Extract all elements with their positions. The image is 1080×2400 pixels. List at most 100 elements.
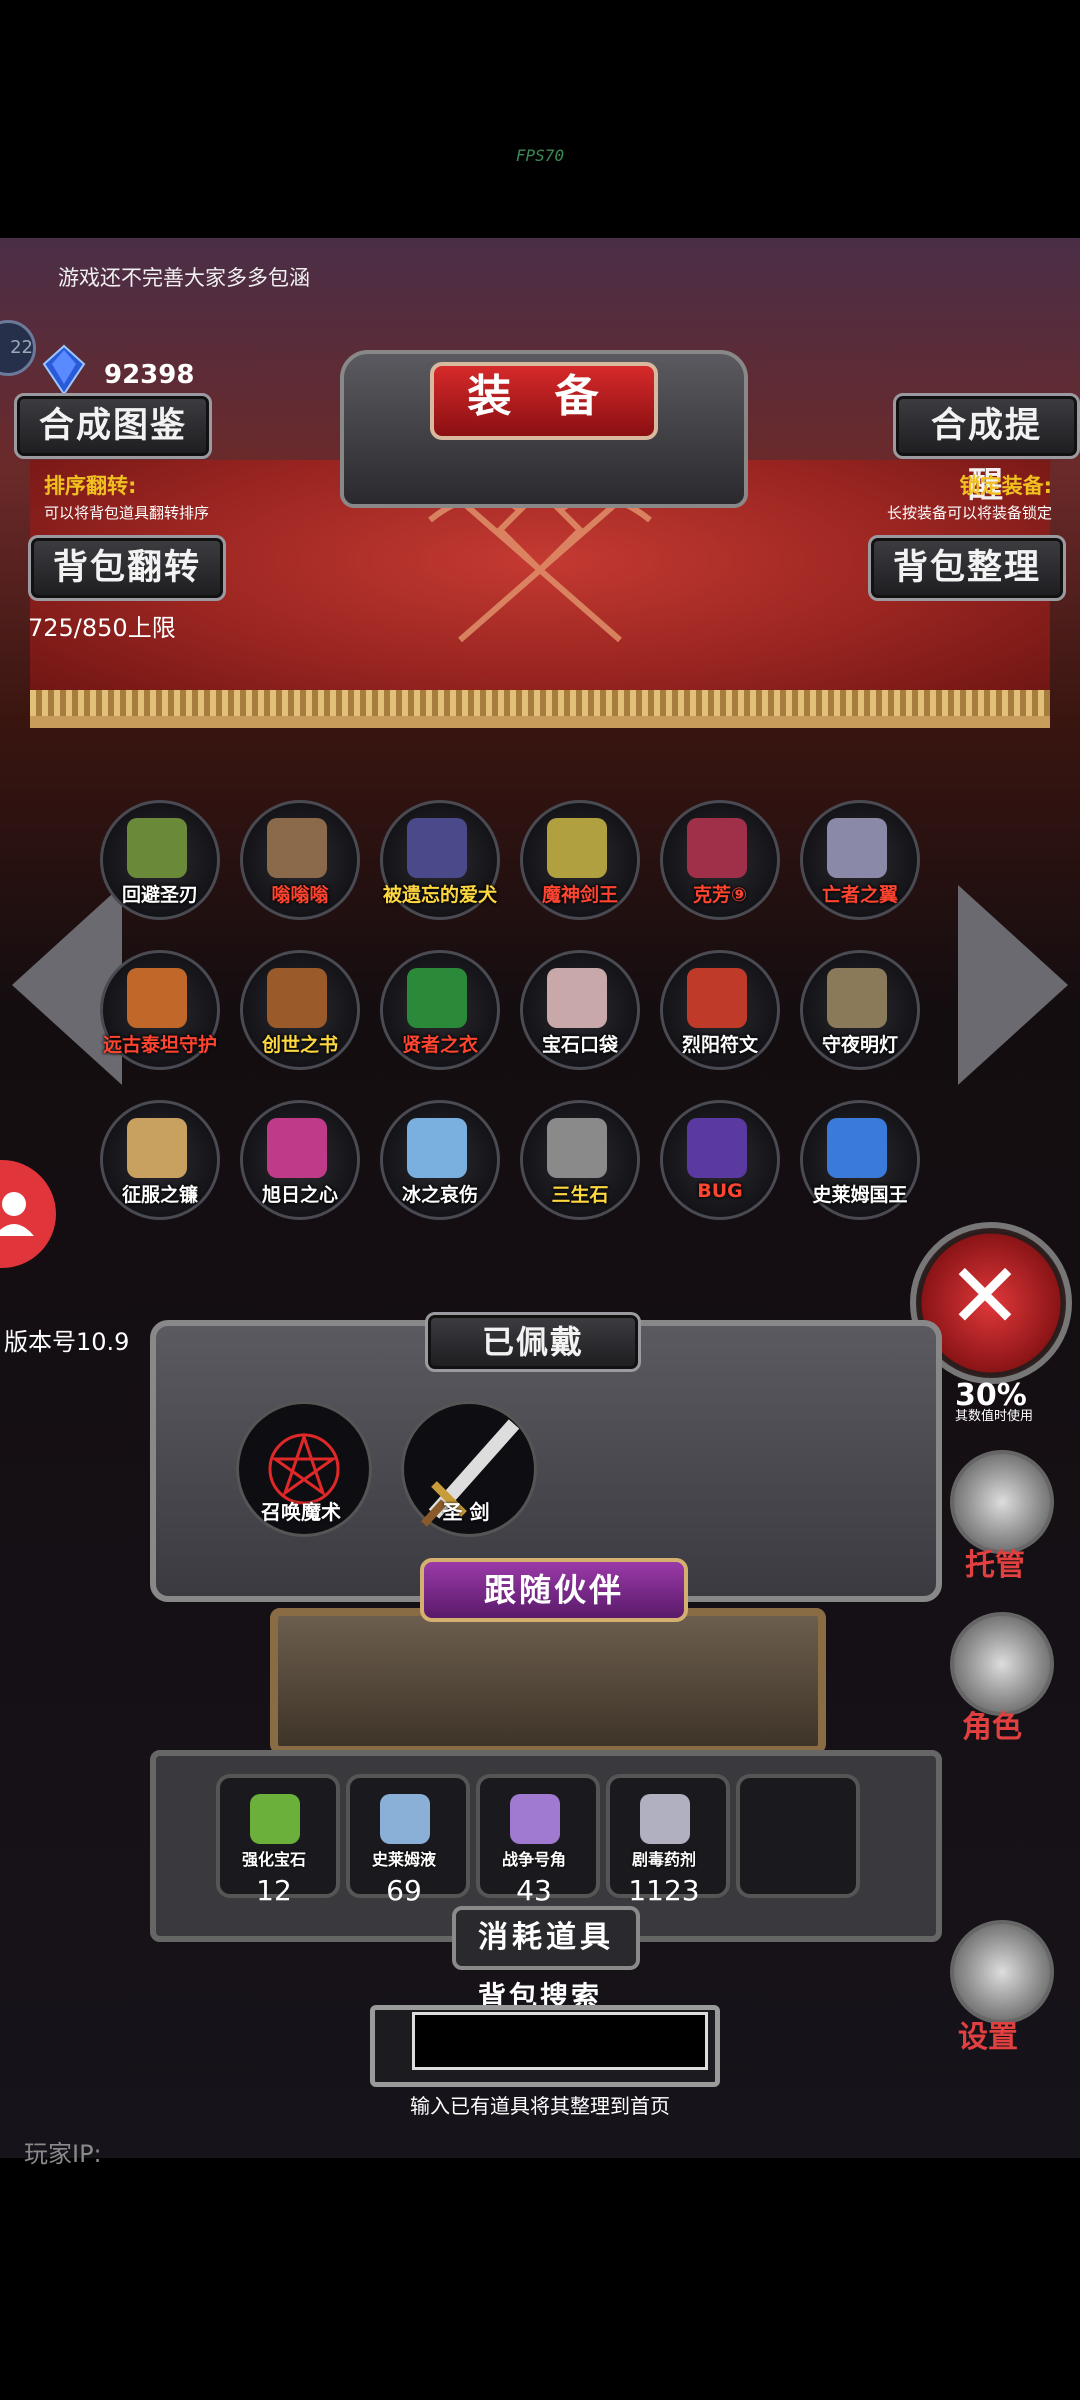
partner-slot[interactable]: [270, 1608, 826, 1754]
item-icon: [827, 968, 887, 1028]
item-label: 回避圣刃: [121, 884, 198, 906]
consumables-title: 消耗道具: [452, 1906, 640, 1970]
item-icon: [407, 968, 467, 1028]
inventory-slot[interactable]: BUG: [660, 1100, 780, 1220]
lock-equip-desc: 长按装备可以将装备锁定: [886, 504, 1052, 522]
consumable-count: 69: [386, 1874, 422, 1907]
item-icon: [127, 968, 187, 1028]
item-label: 征服之镰: [121, 1184, 198, 1206]
consumable-icon: [250, 1794, 300, 1844]
equipped-title: 已佩戴: [425, 1312, 641, 1372]
item-icon: [267, 818, 327, 878]
consumable-name: 史莱姆液: [371, 1850, 436, 1869]
synth-guide-button[interactable]: 合成图鉴: [14, 393, 213, 459]
side-stat-desc: 其数值时使用: [955, 1409, 1034, 1424]
item-label: 远古泰坦守护: [102, 1034, 217, 1056]
auto-play-label[interactable]: 托管: [965, 1540, 1025, 1584]
bag-sort-button[interactable]: 背包整理: [868, 535, 1067, 601]
synth-remind-button[interactable]: 合成提醒: [893, 393, 1080, 506]
inventory-slot[interactable]: 征服之镰: [100, 1100, 220, 1220]
bag-flip-button[interactable]: 背包翻转: [28, 535, 227, 601]
item-icon: [687, 1118, 747, 1178]
inventory-slot[interactable]: 创世之书: [240, 950, 360, 1070]
consumable-name: 战争号角: [501, 1850, 566, 1869]
consumable-icon: [640, 1794, 690, 1844]
bag-search-input[interactable]: [412, 2012, 708, 2070]
inventory-slot[interactable]: 克芳⑨: [660, 800, 780, 920]
item-label: 三生石: [551, 1184, 609, 1206]
inventory-slot[interactable]: 守夜明灯: [800, 950, 920, 1070]
person-icon: [0, 1192, 34, 1236]
item-icon: [547, 1118, 607, 1178]
consumable-icon: [510, 1794, 560, 1844]
avatar-button[interactable]: [0, 1160, 56, 1268]
item-label: 亡者之翼: [821, 884, 898, 906]
consumable-name: 强化宝石: [241, 1850, 306, 1869]
banner-fringe: [30, 690, 1050, 716]
player-ip: 玩家IP:: [24, 2140, 102, 2168]
item-icon: [547, 818, 607, 878]
currency-amount: 92398: [104, 360, 195, 390]
inventory-slot[interactable]: 宝石口袋: [520, 950, 640, 1070]
inventory-slot[interactable]: 史莱姆国王: [800, 1100, 920, 1220]
bag-capacity: 725/850上限: [28, 614, 176, 642]
consumable-count: 1123: [628, 1874, 700, 1907]
item-label: 被遗忘的爱犬: [382, 884, 497, 906]
item-label: 旭日之心: [261, 1184, 338, 1206]
consumable-icon: [380, 1794, 430, 1844]
blue-gem-icon: [42, 344, 86, 396]
item-label: 克芳⑨: [692, 884, 748, 906]
item-icon: [687, 818, 747, 878]
item-label: 烈阳符文: [681, 1034, 758, 1056]
inventory-slot[interactable]: 三生石: [520, 1100, 640, 1220]
inventory-grid: 回避圣刃 嗡嗡嗡 被遗忘的爱犬 魔神剑王 克芳⑨ 亡者之翼远古泰坦守护 创世之书 贤者之衣 宝石…: [100, 800, 980, 1230]
inventory-slot[interactable]: 亡者之翼: [800, 800, 920, 920]
item-label: 史莱姆国王: [812, 1184, 908, 1206]
equipped-label-2: 圣 剑: [442, 1500, 490, 1524]
item-label: BUG: [697, 1180, 743, 1202]
role-label[interactable]: 角色: [962, 1702, 1022, 1746]
search-hint: 输入已有道具将其整理到首页: [410, 2094, 670, 2118]
fps-counter: FPS70: [515, 146, 565, 165]
item-icon: [827, 1118, 887, 1178]
consumable-count: 43: [516, 1874, 552, 1907]
inventory-slot[interactable]: 冰之哀伤: [380, 1100, 500, 1220]
item-icon: [407, 818, 467, 878]
dice-icon[interactable]: [950, 1450, 1054, 1554]
consumable-slot[interactable]: [736, 1774, 860, 1898]
item-icon: [407, 1118, 467, 1178]
item-icon: [127, 818, 187, 878]
sort-flip-desc: 可以将背包道具翻转排序: [44, 504, 210, 522]
inventory-slot[interactable]: 嗡嗡嗡: [240, 800, 360, 920]
item-label: 冰之哀伤: [401, 1184, 478, 1206]
gear-icon[interactable]: [950, 1920, 1054, 2024]
item-icon: [547, 968, 607, 1028]
partner-title: 跟随伙伴: [420, 1558, 688, 1622]
consumable-name: 剧毒药剂: [631, 1850, 696, 1869]
item-label: 魔神剑王: [541, 884, 618, 906]
role-icon[interactable]: [950, 1612, 1054, 1716]
inventory-slot[interactable]: 烈阳符文: [660, 950, 780, 1070]
item-icon: [687, 968, 747, 1028]
lock-equip-title: 锁定装备:: [959, 474, 1052, 498]
version-label: 版本号10.9: [4, 1328, 130, 1356]
inventory-slot[interactable]: 被遗忘的爱犬: [380, 800, 500, 920]
item-label: 贤者之衣: [401, 1034, 478, 1056]
inventory-slot[interactable]: 远古泰坦守护: [100, 950, 220, 1070]
item-icon: [127, 1118, 187, 1178]
consumable-count: 12: [256, 1874, 292, 1907]
item-icon: [827, 818, 887, 878]
inventory-slot[interactable]: 贤者之衣: [380, 950, 500, 1070]
inventory-slot[interactable]: 魔神剑王: [520, 800, 640, 920]
notice-text: 游戏还不完善大家多多包涵: [58, 266, 310, 290]
sort-flip-title: 排序翻转:: [44, 474, 137, 498]
item-icon: [267, 1118, 327, 1178]
item-label: 嗡嗡嗡: [271, 884, 329, 906]
equipped-label-1: 召唤魔术: [261, 1500, 341, 1524]
item-label: 守夜明灯: [821, 1034, 898, 1056]
inventory-slot[interactable]: 旭日之心: [240, 1100, 360, 1220]
page-title: 装 备: [467, 371, 613, 422]
inventory-slot[interactable]: 回避圣刃: [100, 800, 220, 920]
settings-label[interactable]: 设置: [958, 2012, 1018, 2056]
item-label: 创世之书: [261, 1034, 338, 1056]
